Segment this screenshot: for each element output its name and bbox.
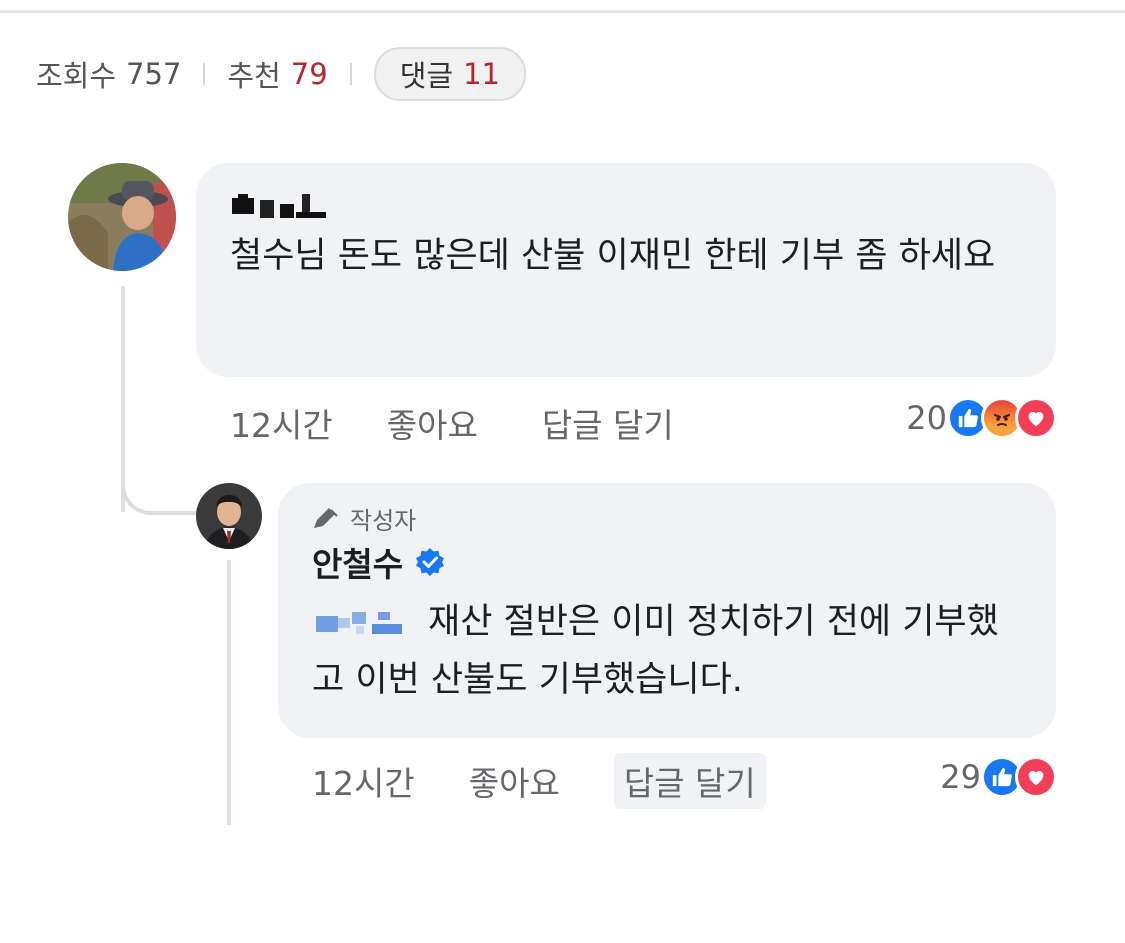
reply-text-container: 재산 절반은 이미 정치하기 전에 기부했고 이번 산불도 기부했습니다. bbox=[312, 593, 1022, 709]
views-count: 757 bbox=[126, 57, 182, 91]
like-button[interactable]: 좋아요 bbox=[387, 399, 478, 447]
reply-time: 12시간 bbox=[312, 764, 415, 803]
comments-count: 11 bbox=[463, 57, 500, 91]
love-icon bbox=[1015, 756, 1057, 798]
reaction-count: 20 bbox=[906, 399, 947, 437]
commenter-avatar[interactable] bbox=[68, 163, 176, 271]
pen-icon bbox=[314, 508, 338, 528]
author-name[interactable]: 안철수 bbox=[312, 538, 403, 586]
thread-connector bbox=[121, 460, 201, 515]
author-avatar[interactable] bbox=[196, 483, 262, 549]
reply-bubble: 작성자 안철수 재산 절반은 이미 정치하기 전에 기부했고 이번 산불도 기부… bbox=[278, 483, 1056, 738]
recommend-label: 추천 bbox=[227, 59, 281, 93]
comments-label: 댓글 bbox=[399, 59, 454, 93]
redacted-mention bbox=[316, 612, 402, 634]
reaction-summary[interactable]: 20 bbox=[906, 393, 1057, 443]
thread-line bbox=[227, 560, 231, 825]
author-tag-label: 작성자 bbox=[350, 506, 417, 535]
redacted-name bbox=[232, 194, 326, 218]
author-badge: 작성자 bbox=[312, 501, 1022, 535]
comment-time: 12시간 bbox=[230, 406, 333, 445]
comment-bubble: 철수님 돈도 많은데 산불 이재민 한테 기부 좀 하세요 bbox=[196, 163, 1056, 377]
recommend-count: 79 bbox=[290, 57, 328, 91]
stats-separator bbox=[203, 63, 206, 85]
reaction-summary[interactable]: 29 bbox=[940, 752, 1057, 802]
verified-badge-icon bbox=[415, 547, 445, 577]
reply-actions: 12시간 좋아요 답글 달기 bbox=[312, 753, 766, 809]
top-divider bbox=[0, 10, 1125, 13]
comments-count-button[interactable]: 댓글 11 bbox=[373, 47, 526, 101]
like-button[interactable]: 좋아요 bbox=[469, 757, 560, 805]
reaction-count: 29 bbox=[940, 758, 981, 796]
comment-text: 철수님 돈도 많은데 산불 이재민 한테 기부 좀 하세요 bbox=[230, 236, 996, 276]
reply-button[interactable]: 답글 달기 bbox=[613, 753, 766, 809]
views-label: 조회수 bbox=[36, 59, 117, 93]
commenter-name-redacted bbox=[230, 189, 1022, 223]
post-stats-bar: 조회수 757 추천 79 댓글 11 bbox=[36, 47, 526, 101]
love-icon bbox=[1015, 397, 1057, 439]
stats-separator bbox=[349, 63, 352, 85]
reply-button[interactable]: 답글 달기 bbox=[532, 395, 684, 451]
comment-actions: 12시간 좋아요 답글 달기 bbox=[230, 398, 684, 448]
author-name-row: 안철수 bbox=[312, 537, 1022, 587]
